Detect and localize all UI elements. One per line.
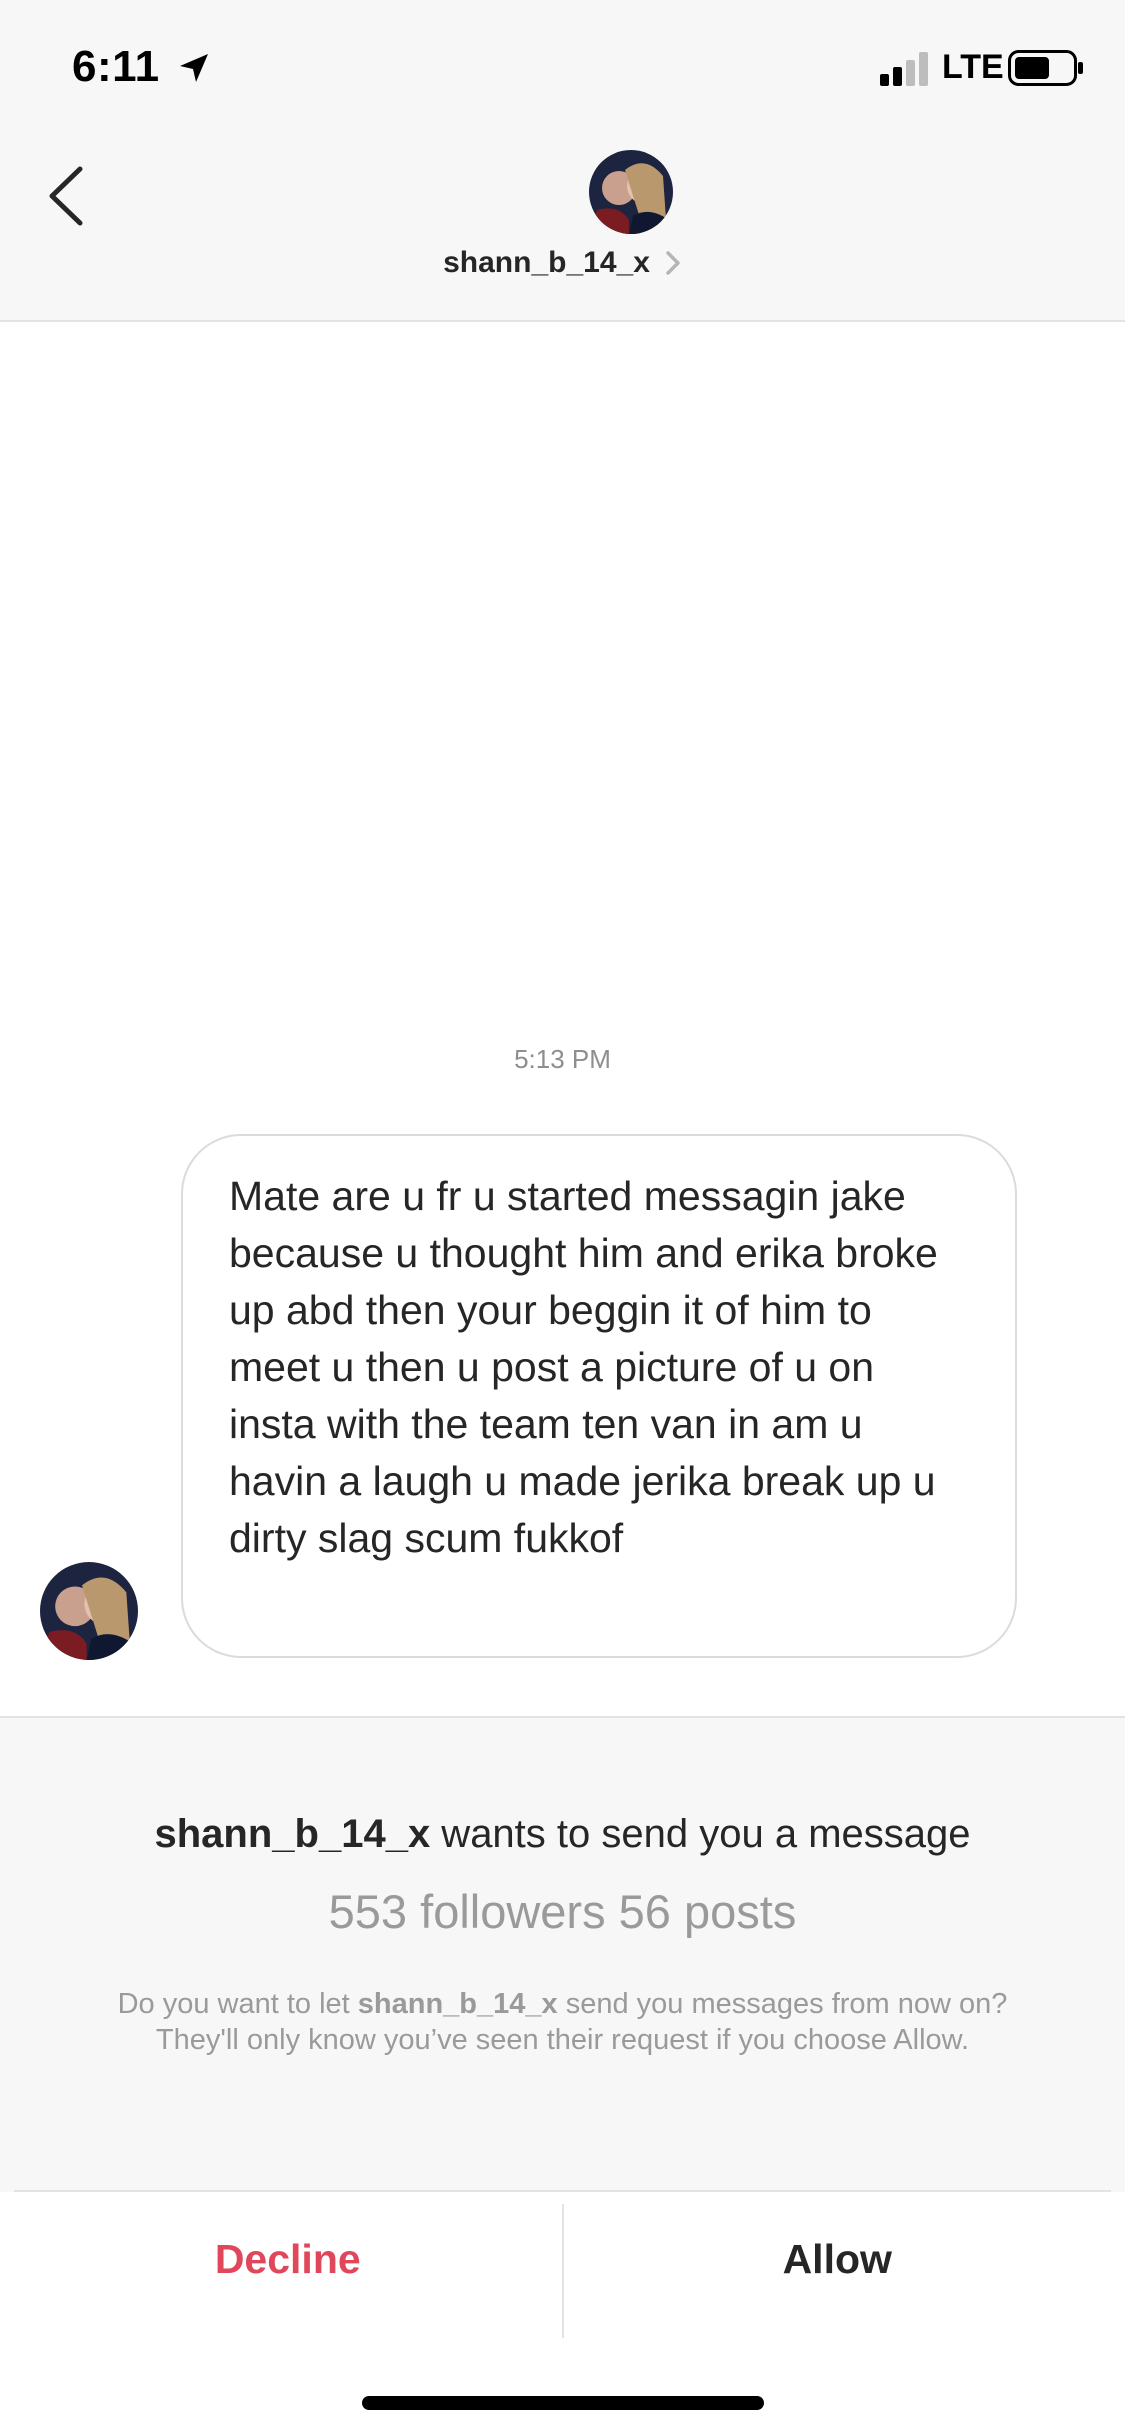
decline-button[interactable]: Decline — [14, 2192, 562, 2326]
request-desc-prefix: Do you want to let — [117, 1988, 358, 2020]
message-request-panel: shann_b_14_x wants to send you a message… — [0, 1716, 1125, 2192]
top-bar: 6:11 LTE shann_b_14_x — [0, 0, 1125, 322]
request-title: shann_b_14_x wants to send you a message — [0, 1812, 1125, 1857]
request-description: Do you want to let shann_b_14_x send you… — [110, 1986, 1015, 2058]
header-username: shann_b_14_x — [443, 246, 650, 279]
battery-icon — [1008, 50, 1083, 86]
message-timestamp: 5:13 PM — [514, 1044, 611, 1074]
network-label: LTE — [942, 48, 1004, 86]
header-username-link[interactable]: shann_b_14_x — [0, 246, 1125, 280]
header-avatar[interactable] — [589, 150, 673, 234]
request-username[interactable]: shann_b_14_x — [154, 1812, 430, 1856]
home-indicator[interactable] — [362, 2396, 764, 2410]
signal-icon — [880, 52, 928, 86]
allow-button[interactable]: Allow — [564, 2192, 1112, 2326]
request-title-text: wants to send you a message — [430, 1812, 971, 1856]
avatar-photo-icon — [40, 1562, 138, 1660]
chevron-right-icon — [666, 251, 680, 275]
request-desc-username: shann_b_14_x — [357, 1988, 558, 2020]
action-bar: Decline Allow — [14, 2190, 1112, 2338]
location-arrow-icon — [180, 54, 208, 82]
back-button[interactable] — [40, 160, 92, 232]
avatar-photo-icon — [589, 150, 673, 234]
message-bubble[interactable]: Mate are u fr u started messagin jake be… — [181, 1134, 1017, 1658]
request-stats: 553 followers 56 posts — [328, 1885, 797, 1938]
sender-avatar[interactable] — [40, 1562, 138, 1660]
chevron-left-icon — [49, 166, 83, 226]
status-time: 6:11 — [72, 42, 160, 91]
